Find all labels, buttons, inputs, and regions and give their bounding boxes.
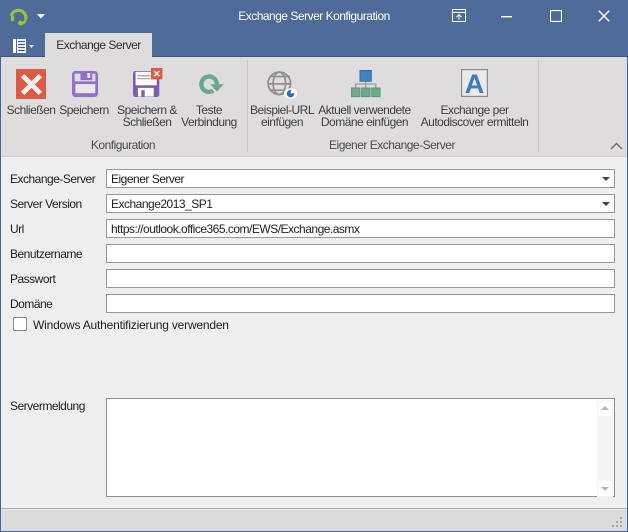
svg-text:A: A: [465, 69, 485, 97]
